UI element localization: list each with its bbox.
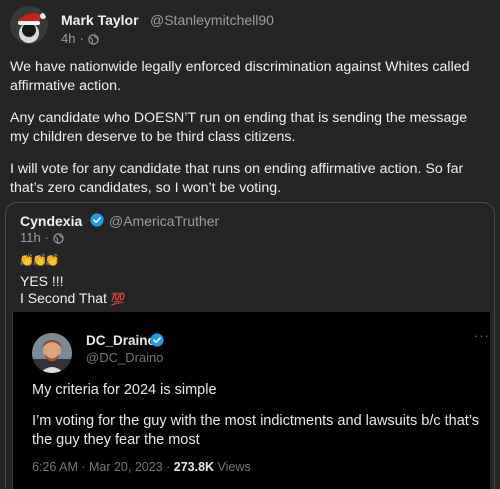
quoted-text-line: I Second That 💯: [20, 290, 126, 306]
post-card: Mark Taylor @Stanleymitchell90 4h · We h…: [0, 0, 500, 489]
more-options-icon[interactable]: ···: [474, 328, 490, 343]
views-count: 273.8K: [173, 460, 215, 474]
embedded-paragraph: My criteria for 2024 is simple: [32, 382, 217, 398]
embedded-timestamp[interactable]: 6:26 AM · Mar 20, 2023 ·: [32, 460, 174, 474]
meta-separator: ·: [44, 230, 50, 245]
quoted-author-handle[interactable]: @AmericaTruther: [109, 213, 219, 229]
embedded-stats: 6:26 AM · Mar 20, 2023 · 273.8K Views: [32, 460, 251, 474]
embedded-author-avatar[interactable]: [32, 333, 72, 373]
hundred-points-emoji: 💯: [110, 292, 126, 306]
post-time[interactable]: 4h: [61, 31, 75, 46]
author-handle[interactable]: @Stanleymitchell90: [150, 12, 274, 28]
author-avatar[interactable]: [10, 6, 48, 44]
embedded-author-handle[interactable]: @DC_Draino: [86, 350, 164, 365]
globe-icon: [88, 33, 99, 45]
views-label: Views: [214, 460, 251, 474]
globe-icon: [53, 232, 64, 244]
embedded-author-name[interactable]: DC_Draino: [86, 333, 156, 348]
quoted-time[interactable]: 11h: [20, 230, 41, 245]
quoted-meta: 11h ·: [20, 230, 64, 245]
post-paragraph: Any candidate who DOESN’T run on ending …: [10, 110, 468, 145]
meta-separator: ·: [79, 31, 84, 46]
embedded-post[interactable]: DC_Draino @DC_Draino ··· My criteria for…: [12, 312, 490, 489]
quoted-post[interactable]: Cyndexia @AmericaTruther 11h · 👏👏👏 YES !…: [5, 202, 495, 489]
verified-badge-icon: [90, 213, 104, 227]
post-meta: 4h ·: [61, 31, 99, 46]
author-name[interactable]: Mark Taylor: [61, 12, 139, 28]
verified-badge-icon: [150, 333, 164, 347]
quoted-author-name[interactable]: Cyndexia: [20, 213, 82, 229]
quoted-text-line: YES !!!: [20, 273, 64, 289]
post-paragraph: I will vote for any candidate that runs …: [10, 161, 464, 196]
quoted-text: I Second That: [20, 290, 111, 306]
clapping-hands-emoji: 👏👏👏: [19, 253, 60, 267]
post-paragraph: We have nationwide legally enforced disc…: [10, 59, 470, 94]
embedded-paragraph: I’m voting for the guy with the most ind…: [32, 413, 480, 448]
